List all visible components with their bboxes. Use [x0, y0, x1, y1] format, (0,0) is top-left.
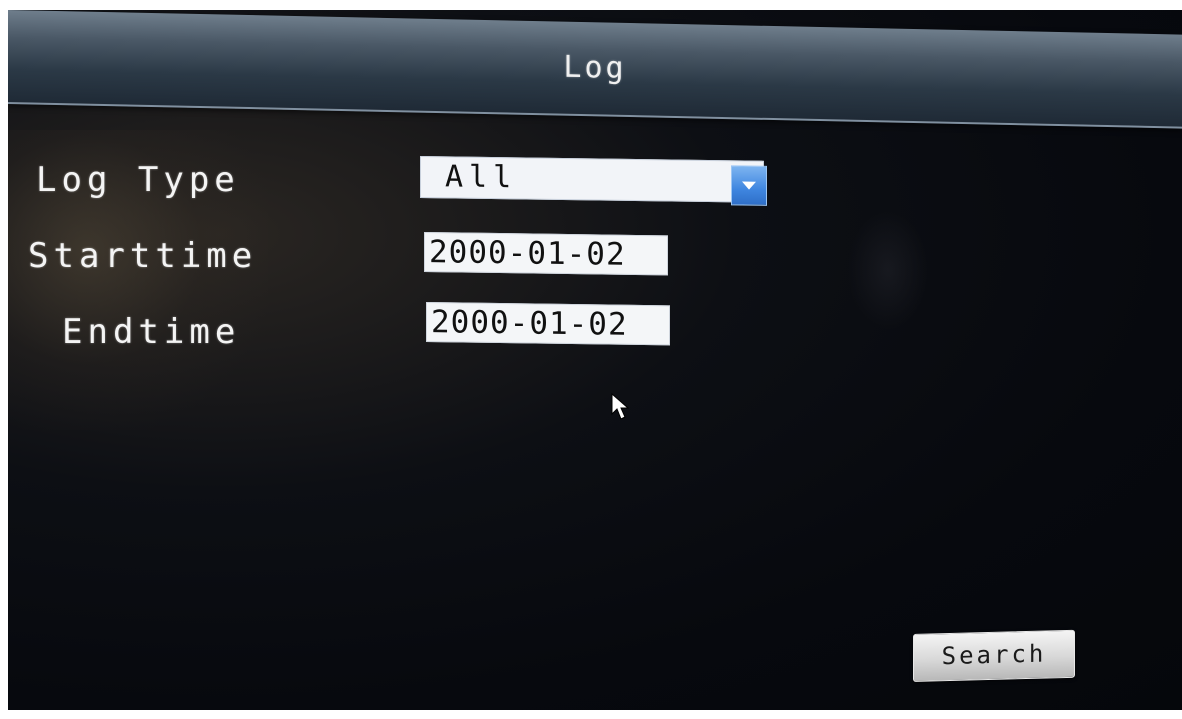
title-bar: Log — [8, 10, 1182, 129]
dvr-screen: Log Log Type All Starttime 2000-01-02 En… — [8, 10, 1182, 710]
chevron-down-icon — [742, 181, 756, 190]
endtime-field[interactable]: 2000-01-02 — [426, 302, 670, 346]
starttime-label: Starttime — [28, 236, 258, 276]
search-button[interactable]: Search — [913, 629, 1075, 682]
photo-frame: Log Log Type All Starttime 2000-01-02 En… — [0, 0, 1182, 719]
starttime-field[interactable]: 2000-01-02 — [424, 232, 668, 276]
log-type-label: Log Type — [36, 160, 240, 200]
search-button-label: Search — [941, 639, 1047, 671]
screen-reflection-secondary — [848, 210, 928, 330]
endtime-value: 2000-01-02 — [431, 304, 628, 343]
log-type-value: All — [445, 159, 518, 196]
endtime-label: Endtime — [62, 312, 241, 352]
starttime-value: 2000-01-02 — [429, 234, 626, 273]
log-type-select[interactable]: All — [420, 156, 767, 206]
window-title: Log — [563, 49, 627, 86]
dropdown-button[interactable] — [731, 165, 767, 206]
mouse-cursor-icon — [610, 392, 632, 427]
